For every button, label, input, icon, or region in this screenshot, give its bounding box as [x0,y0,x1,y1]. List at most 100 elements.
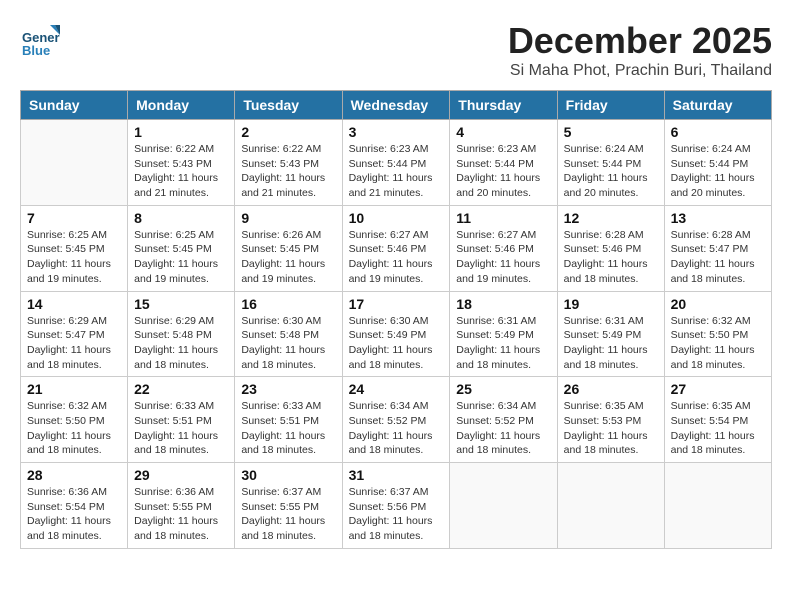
day-info: Sunrise: 6:31 AMSunset: 5:49 PMDaylight:… [564,314,658,373]
day-info: Sunrise: 6:33 AMSunset: 5:51 PMDaylight:… [134,399,228,458]
calendar-cell: 24 Sunrise: 6:34 AMSunset: 5:52 PMDayligh… [342,377,450,463]
day-info: Sunrise: 6:36 AMSunset: 5:55 PMDaylight:… [134,485,228,544]
calendar-cell: 23Sunrise: 6:33 AMSunset: 5:51 PMDayligh… [235,377,342,463]
day-info: Sunrise: 6:30 AMSunset: 5:48 PMDaylight:… [241,314,335,373]
day-number: 4 [456,124,550,140]
weekday-header: Saturday [664,91,771,120]
day-info: Sunrise: 6:28 AMSunset: 5:46 PMDaylight:… [564,228,658,287]
day-info: Sunrise: 6:30 AMSunset: 5:49 PMDaylight:… [349,314,444,373]
calendar-cell: 1 Sunrise: 6:22 AMSunset: 5:43 PMDaylight… [128,120,235,206]
calendar-cell: 9 Sunrise: 6:26 AMSunset: 5:45 PMDaylight… [235,205,342,291]
calendar-week-row: 7 Sunrise: 6:25 AMSunset: 5:45 PMDaylight… [21,205,772,291]
calendar-cell: 3 Sunrise: 6:23 AMSunset: 5:44 PMDaylight… [342,120,450,206]
calendar-cell: 7 Sunrise: 6:25 AMSunset: 5:45 PMDaylight… [21,205,128,291]
day-number: 14 [27,296,121,312]
day-info: Sunrise: 6:22 AMSunset: 5:43 PMDaylight:… [241,142,335,201]
day-info: Sunrise: 6:25 AMSunset: 5:45 PMDaylight:… [27,228,121,287]
day-number: 25 [456,381,550,397]
day-info: Sunrise: 6:29 AMSunset: 5:48 PMDaylight:… [134,314,228,373]
calendar-cell [21,120,128,206]
day-number: 1 [134,124,228,140]
day-number: 9 [241,210,335,226]
day-number: 5 [564,124,658,140]
calendar-cell: 11 Sunrise: 6:27 AMSunset: 5:46 PMDayligh… [450,205,557,291]
calendar-cell: 20 Sunrise: 6:32 AMSunset: 5:50 PMDayligh… [664,291,771,377]
weekday-header: Tuesday [235,91,342,120]
month-title: December 2025 [508,20,772,62]
calendar-cell: 29Sunrise: 6:36 AMSunset: 5:55 PMDayligh… [128,463,235,549]
calendar-cell: 26 Sunrise: 6:35 AMSunset: 5:53 PMDayligh… [557,377,664,463]
calendar-cell: 4 Sunrise: 6:23 AMSunset: 5:44 PMDaylight… [450,120,557,206]
day-info: Sunrise: 6:28 AMSunset: 5:47 PMDaylight:… [671,228,765,287]
calendar-cell: 27 Sunrise: 6:35 AMSunset: 5:54 PMDayligh… [664,377,771,463]
day-number: 11 [456,210,550,226]
weekday-header: Sunday [21,91,128,120]
calendar-week-row: 28 Sunrise: 6:36 AMSunset: 5:54 PMDayligh… [21,463,772,549]
day-info: Sunrise: 6:36 AMSunset: 5:54 PMDaylight:… [27,485,121,544]
weekday-header-row: SundayMondayTuesdayWednesdayThursdayFrid… [21,91,772,120]
calendar-cell: 2Sunrise: 6:22 AMSunset: 5:43 PMDaylight… [235,120,342,206]
weekday-header: Monday [128,91,235,120]
page-header: General Blue December 2025 Si Maha Phot,… [20,20,772,80]
day-info: Sunrise: 6:37 AMSunset: 5:56 PMDaylight:… [349,485,444,544]
day-number: 28 [27,467,121,483]
day-number: 3 [349,124,444,140]
logo-icon: General Blue [20,20,60,60]
day-info: Sunrise: 6:23 AMSunset: 5:44 PMDaylight:… [456,142,550,201]
day-info: Sunrise: 6:24 AMSunset: 5:44 PMDaylight:… [671,142,765,201]
day-info: Sunrise: 6:23 AMSunset: 5:44 PMDaylight:… [349,142,444,201]
day-number: 6 [671,124,765,140]
svg-text:Blue: Blue [22,43,50,58]
calendar-cell: 31 Sunrise: 6:37 AMSunset: 5:56 PMDayligh… [342,463,450,549]
day-info: Sunrise: 6:32 AMSunset: 5:50 PMDaylight:… [671,314,765,373]
day-info: Sunrise: 6:35 AMSunset: 5:54 PMDaylight:… [671,399,765,458]
day-number: 21 [27,381,121,397]
location-subtitle: Si Maha Phot, Prachin Buri, Thailand [508,62,772,80]
calendar-cell [450,463,557,549]
day-number: 8 [134,210,228,226]
day-number: 24 [349,381,444,397]
weekday-header: Wednesday [342,91,450,120]
day-number: 22 [134,381,228,397]
calendar-cell: 25 Sunrise: 6:34 AMSunset: 5:52 PMDayligh… [450,377,557,463]
day-info: Sunrise: 6:37 AMSunset: 5:55 PMDaylight:… [241,485,335,544]
day-info: Sunrise: 6:29 AMSunset: 5:47 PMDaylight:… [27,314,121,373]
calendar-cell: 6 Sunrise: 6:24 AMSunset: 5:44 PMDaylight… [664,120,771,206]
day-number: 10 [349,210,444,226]
day-number: 19 [564,296,658,312]
calendar-cell: 16Sunrise: 6:30 AMSunset: 5:48 PMDayligh… [235,291,342,377]
day-info: Sunrise: 6:34 AMSunset: 5:52 PMDaylight:… [456,399,550,458]
day-info: Sunrise: 6:35 AMSunset: 5:53 PMDaylight:… [564,399,658,458]
calendar-cell: 10Sunrise: 6:27 AMSunset: 5:46 PMDayligh… [342,205,450,291]
calendar-week-row: 1 Sunrise: 6:22 AMSunset: 5:43 PMDaylight… [21,120,772,206]
calendar-cell: 15 Sunrise: 6:29 AMSunset: 5:48 PMDayligh… [128,291,235,377]
day-info: Sunrise: 6:26 AMSunset: 5:45 PMDaylight:… [241,228,335,287]
day-number: 7 [27,210,121,226]
title-block: December 2025 Si Maha Phot, Prachin Buri… [508,20,772,80]
calendar-week-row: 21Sunrise: 6:32 AMSunset: 5:50 PMDayligh… [21,377,772,463]
calendar-cell: 30 Sunrise: 6:37 AMSunset: 5:55 PMDayligh… [235,463,342,549]
calendar-cell: 22 Sunrise: 6:33 AMSunset: 5:51 PMDayligh… [128,377,235,463]
day-info: Sunrise: 6:34 AMSunset: 5:52 PMDaylight:… [349,399,444,458]
day-info: Sunrise: 6:27 AMSunset: 5:46 PMDaylight:… [456,228,550,287]
day-number: 20 [671,296,765,312]
calendar-cell: 14 Sunrise: 6:29 AMSunset: 5:47 PMDayligh… [21,291,128,377]
day-number: 17 [349,296,444,312]
day-number: 15 [134,296,228,312]
calendar-cell: 5 Sunrise: 6:24 AMSunset: 5:44 PMDaylight… [557,120,664,206]
day-number: 30 [241,467,335,483]
day-number: 12 [564,210,658,226]
day-number: 26 [564,381,658,397]
day-number: 31 [349,467,444,483]
day-number: 27 [671,381,765,397]
day-info: Sunrise: 6:25 AMSunset: 5:45 PMDaylight:… [134,228,228,287]
calendar-cell: 21Sunrise: 6:32 AMSunset: 5:50 PMDayligh… [21,377,128,463]
day-info: Sunrise: 6:24 AMSunset: 5:44 PMDaylight:… [564,142,658,201]
day-info: Sunrise: 6:22 AMSunset: 5:43 PMDaylight:… [134,142,228,201]
calendar-cell: 13 Sunrise: 6:28 AMSunset: 5:47 PMDayligh… [664,205,771,291]
weekday-header: Thursday [450,91,557,120]
day-number: 13 [671,210,765,226]
calendar-cell: 12 Sunrise: 6:28 AMSunset: 5:46 PMDayligh… [557,205,664,291]
calendar-cell: 19 Sunrise: 6:31 AMSunset: 5:49 PMDayligh… [557,291,664,377]
day-info: Sunrise: 6:33 AMSunset: 5:51 PMDaylight:… [241,399,335,458]
